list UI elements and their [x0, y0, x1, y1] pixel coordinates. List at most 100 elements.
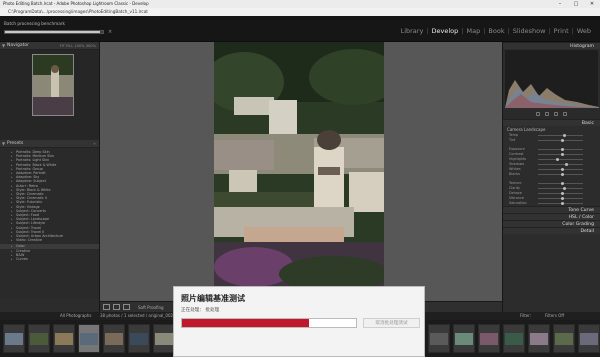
slider-track[interactable]	[538, 158, 583, 161]
slider-knob[interactable]	[562, 187, 566, 190]
preset-item[interactable]: Video: Creative	[0, 238, 99, 242]
image-view[interactable]	[100, 42, 502, 312]
slider-track[interactable]	[538, 173, 583, 176]
add-preset-icon[interactable]: +	[93, 140, 96, 148]
filmstrip-thumbnail[interactable]	[478, 324, 500, 353]
filmstrip-thumbnail[interactable]	[103, 324, 125, 353]
slider-track[interactable]	[538, 153, 583, 156]
close-button[interactable]: ✕	[584, 0, 600, 8]
slider-knob[interactable]	[560, 182, 564, 185]
slider-tint[interactable]: Tint	[506, 138, 597, 143]
slider-blacks[interactable]: Blacks	[506, 172, 597, 177]
slider-knob[interactable]	[565, 163, 568, 166]
filmstrip-thumbnail[interactable]	[128, 324, 150, 353]
thumbnail-image	[105, 332, 123, 345]
slider-label: Clarity	[509, 186, 521, 190]
thumbnail-image	[55, 332, 73, 345]
loupe-view-icon[interactable]	[103, 304, 110, 310]
slider-knob[interactable]	[560, 192, 564, 195]
slider-track[interactable]	[538, 134, 583, 137]
slider-track[interactable]	[538, 187, 583, 190]
filter-label: Filter:	[520, 313, 532, 318]
filmstrip-thumbnail[interactable]	[53, 324, 75, 353]
navigator-header[interactable]: ▼ Navigator FIT FILL 100% 300%	[0, 42, 99, 50]
filmstrip-thumbnail[interactable]	[78, 324, 100, 353]
module-library[interactable]: Library	[398, 27, 427, 35]
preset-item[interactable]: Curves	[0, 257, 99, 261]
filmstrip-thumbnail[interactable]	[153, 324, 175, 353]
slider-knob[interactable]	[561, 197, 565, 200]
slider-track[interactable]	[538, 163, 583, 166]
profile-value: Camera Landscape	[507, 127, 546, 132]
presets-header[interactable]: ▼ Presets +	[0, 140, 99, 148]
filmstrip-thumbnail[interactable]	[3, 324, 25, 353]
panel-header[interactable]: Tone Curve	[503, 206, 600, 213]
main-photo[interactable]	[214, 42, 384, 287]
cancel-benchmark-button[interactable]: 取消批处理测试	[363, 318, 420, 328]
slider-label: Texture	[509, 181, 522, 185]
filmstrip-source[interactable]: All Photographs	[60, 312, 91, 320]
zoom-options[interactable]: FIT FILL 100% 300%	[60, 42, 96, 50]
filmstrip-thumbnail[interactable]	[453, 324, 475, 353]
healing-tool-icon[interactable]	[545, 112, 549, 116]
slider-label: Saturation	[509, 201, 527, 205]
profile-row[interactable]: Camera Landscape	[503, 126, 600, 133]
develop-tool-strip	[503, 109, 600, 119]
compare-view-icon[interactable]	[113, 304, 120, 310]
slider-track[interactable]	[538, 182, 583, 185]
filmstrip-thumbnail[interactable]	[553, 324, 575, 353]
masking-tool-icon[interactable]	[563, 112, 567, 116]
slider-knob[interactable]	[560, 168, 564, 171]
module-book[interactable]: Book	[485, 27, 507, 35]
module-web[interactable]: Web	[574, 27, 594, 35]
minimize-button[interactable]: –	[552, 0, 568, 8]
cancel-task-icon[interactable]: ×	[108, 29, 112, 35]
histogram-header[interactable]: Histogram	[503, 42, 600, 49]
histogram	[505, 50, 599, 108]
filmstrip-thumbnail[interactable]	[578, 324, 600, 353]
module-develop[interactable]: Develop	[429, 27, 462, 35]
slider-label: Exposure	[509, 147, 525, 151]
identity-plate: Batch processing benchmark × Library | Dev…	[0, 16, 600, 42]
collapse-triangle-icon: ▼	[2, 43, 6, 48]
slider-track[interactable]	[538, 168, 583, 171]
benchmark-dialog: 照片编辑基准测试 正在处理： 批处理 取消批处理测试	[173, 286, 425, 357]
module-map[interactable]: Map	[463, 27, 483, 35]
slider-knob[interactable]	[560, 148, 564, 151]
maximize-button[interactable]: □	[568, 0, 584, 8]
slider-knob[interactable]	[556, 158, 559, 161]
module-print[interactable]: Print	[551, 27, 572, 35]
slider-knob[interactable]	[560, 173, 564, 176]
filmstrip-thumbnail[interactable]	[503, 324, 525, 353]
slider-track[interactable]	[538, 197, 583, 200]
filmstrip-thumbnail[interactable]	[28, 324, 50, 353]
window-title: Photo Editing Batch.lrcat - Adobe Photos…	[3, 1, 149, 6]
filter-value[interactable]: Filters Off	[545, 312, 564, 320]
panel-header[interactable]: HSL / Color	[503, 213, 600, 220]
slider-knob[interactable]	[560, 139, 564, 142]
panel-header[interactable]: Color Grading	[503, 220, 600, 227]
slider-saturation[interactable]: Saturation	[506, 201, 597, 206]
filmstrip-selection: 38 photos / 1 selected / original_0028.j…	[100, 313, 184, 318]
crop-tool-icon[interactable]	[536, 112, 540, 116]
slider-knob[interactable]	[560, 153, 564, 156]
module-slideshow[interactable]: Slideshow	[510, 27, 549, 35]
navigator-thumbnail[interactable]	[32, 54, 74, 116]
filmstrip-thumbnail[interactable]	[528, 324, 550, 353]
filmstrip-thumbnail[interactable]	[428, 324, 450, 353]
basic-header[interactable]: Basic	[503, 119, 600, 126]
slider-track[interactable]	[538, 148, 583, 151]
slider-knob[interactable]	[562, 134, 566, 137]
basic-sliders: Temp Tint Exposure Contrast Highlights Shadow…	[503, 133, 600, 206]
panel-header[interactable]: Detail	[503, 227, 600, 234]
slider-knob[interactable]	[560, 202, 564, 205]
navigator-preview[interactable]	[0, 50, 99, 140]
slider-label: Highlights	[509, 157, 527, 161]
red-eye-tool-icon[interactable]	[554, 112, 558, 116]
soft-proofing-label[interactable]: Soft Proofing	[138, 305, 164, 310]
slider-track[interactable]	[538, 192, 583, 195]
slider-track[interactable]	[538, 202, 583, 205]
before-after-icon[interactable]	[123, 304, 130, 310]
slider-track[interactable]	[538, 139, 583, 142]
thumbnail-image	[155, 332, 173, 345]
